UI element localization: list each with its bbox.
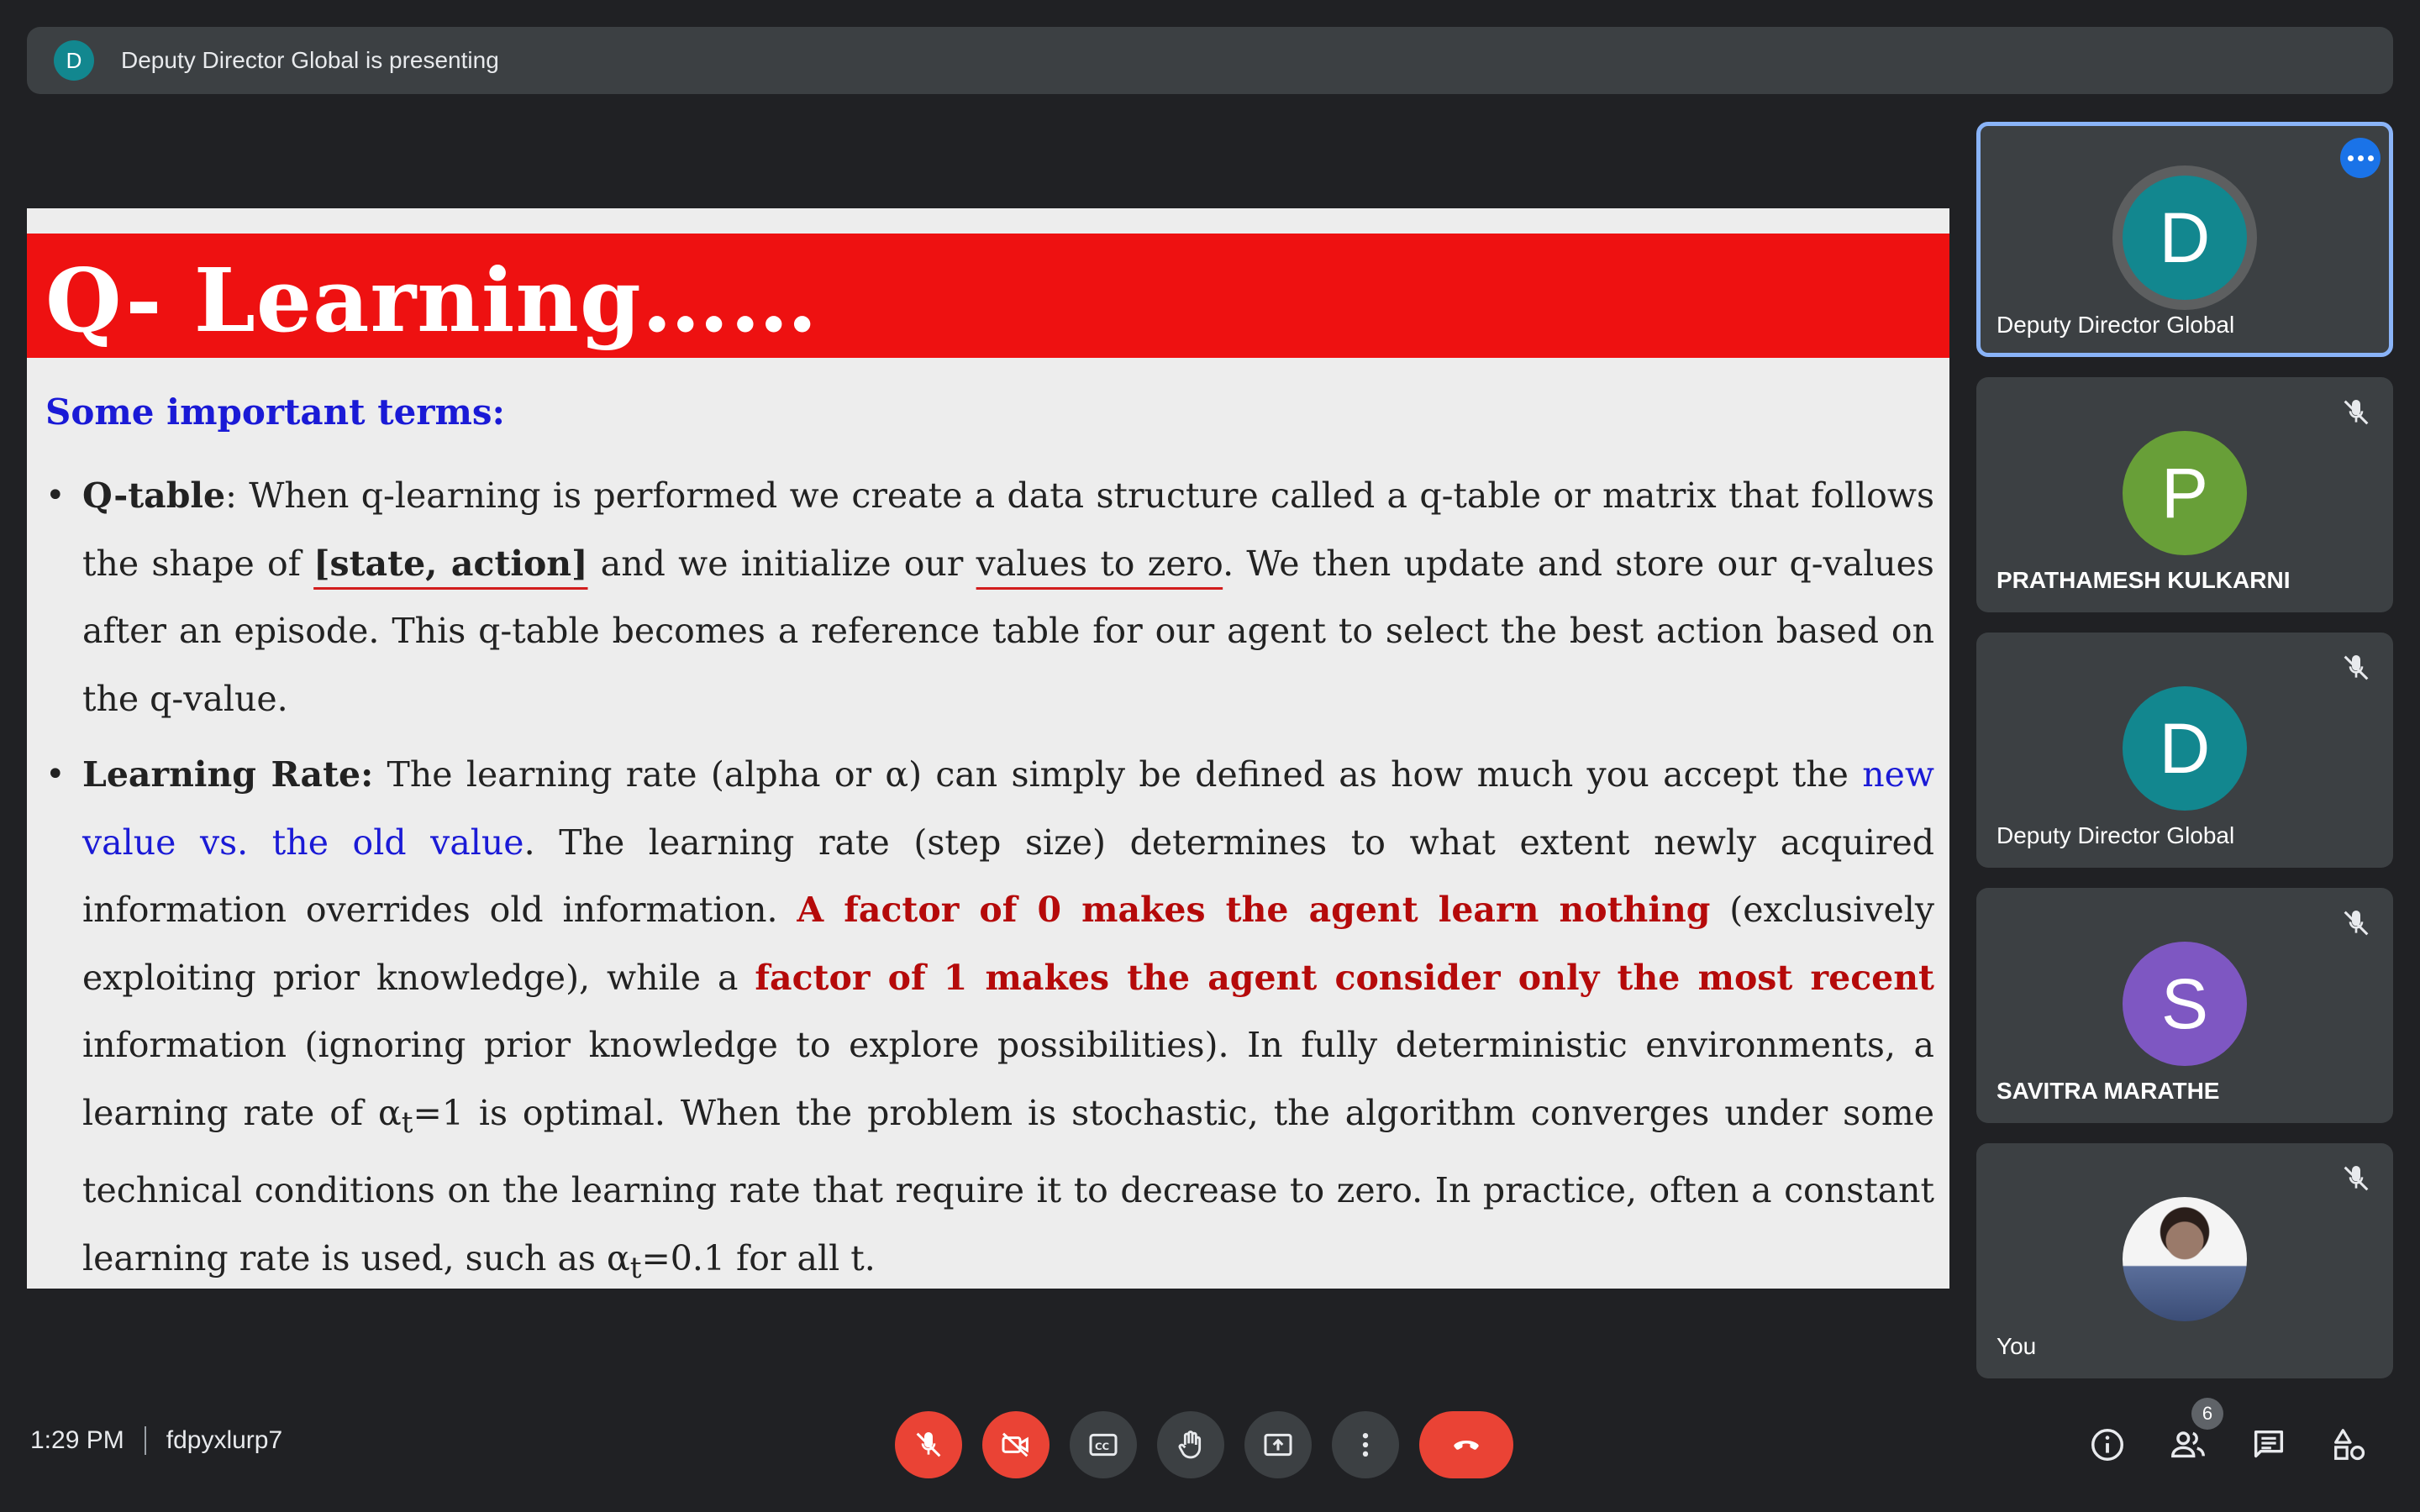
people-count-badge: 6 xyxy=(2191,1398,2223,1430)
chat-button[interactable] xyxy=(2245,1421,2292,1468)
participant-tile[interactable]: P PRATHAMESH KULKARNI xyxy=(1976,377,2393,612)
hand-icon xyxy=(1178,1431,1202,1459)
leave-call-button[interactable] xyxy=(1419,1411,1513,1478)
bullet-learning-rate: Learning Rate: The learning rate (alpha … xyxy=(45,741,1934,1289)
shared-screen: Q- Learning…… Some important terms: Q-ta… xyxy=(27,208,1949,1289)
people-icon xyxy=(2171,1431,2205,1458)
meeting-details-button[interactable] xyxy=(2084,1421,2131,1468)
participant-tile[interactable]: D Deputy Director Global xyxy=(1976,122,2393,357)
slide-bullets: Q-table: When q-learning is performed we… xyxy=(45,462,1934,1289)
present-screen-icon xyxy=(1264,1433,1292,1457)
avatar: S xyxy=(2123,942,2247,1066)
info-icon xyxy=(2091,1429,2123,1461)
more-options-button[interactable] xyxy=(1332,1411,1399,1478)
mic-off-icon xyxy=(2344,911,2369,936)
mic-toggle-button[interactable] xyxy=(895,1411,962,1478)
participant-name: You xyxy=(1996,1333,2037,1359)
activities-icon xyxy=(2334,1429,2365,1461)
red-highlight-text: factor of 1 makes the agent consider onl… xyxy=(755,957,1934,998)
slide-title: Q- Learning…… xyxy=(45,249,818,352)
chat-icon xyxy=(2254,1430,2284,1458)
participant-tile[interactable]: You xyxy=(1976,1143,2393,1378)
mic-off-icon xyxy=(2344,655,2369,680)
clock-time: 1:29 PM xyxy=(30,1426,124,1454)
svg-text:CC: CC xyxy=(1095,1441,1109,1452)
divider xyxy=(144,1426,146,1455)
presenter-avatar: D xyxy=(54,40,94,81)
values-to-zero-text: values to zero xyxy=(976,543,1223,584)
raise-hand-button[interactable] xyxy=(1157,1411,1224,1478)
red-highlight-text: A factor of 0 makes the agent learn noth… xyxy=(797,890,1711,930)
slide-header-bar: Q- Learning…… xyxy=(27,234,1949,358)
more-vert-icon xyxy=(1362,1433,1369,1457)
activities-button[interactable] xyxy=(2326,1421,2373,1468)
slide-subtitle: Some important terms: xyxy=(45,391,506,433)
hang-up-icon xyxy=(1454,1441,1479,1450)
q-table-text: and we initialize our xyxy=(587,543,976,584)
participant-name: Deputy Director Global xyxy=(1996,312,2235,338)
user-photo-avatar xyxy=(2123,1197,2247,1321)
participant-name: PRATHAMESH KULKARNI xyxy=(1996,567,2291,593)
subscript: t xyxy=(401,1105,413,1140)
mic-off-icon xyxy=(2344,400,2369,425)
participant-name: SAVITRA MARATHE xyxy=(1996,1078,2220,1104)
term-learning-rate: Learning Rate: xyxy=(82,754,374,795)
term-q-table: Q-table xyxy=(82,475,226,516)
bullet-q-table: Q-table: When q-learning is performed we… xyxy=(45,462,1934,732)
learning-rate-text: The learning rate (alpha or α) can simpl… xyxy=(373,754,1863,795)
participant-tile[interactable]: D Deputy Director Global xyxy=(1976,633,2393,868)
more-options-icon[interactable] xyxy=(2340,138,2381,178)
participant-name: Deputy Director Global xyxy=(1996,822,2235,848)
meeting-code: fdpyxlurp7 xyxy=(166,1426,283,1454)
captions-icon: CC xyxy=(1089,1433,1118,1457)
mic-off-icon xyxy=(916,1432,941,1457)
presenting-banner: D Deputy Director Global is presenting xyxy=(27,27,2393,94)
captions-button[interactable]: CC xyxy=(1070,1411,1137,1478)
mic-off-icon xyxy=(2344,1166,2369,1191)
meeting-info: 1:29 PM fdpyxlurp7 xyxy=(30,1426,282,1455)
avatar: D xyxy=(2123,176,2247,300)
camera-toggle-button[interactable] xyxy=(982,1411,1050,1478)
avatar: P xyxy=(2123,431,2247,555)
presenting-text: Deputy Director Global is presenting xyxy=(121,47,499,73)
camera-off-icon xyxy=(1002,1432,1028,1457)
subscript: t xyxy=(629,1251,642,1285)
learning-rate-text: =0.1 for all t. xyxy=(641,1237,876,1278)
state-action-text: [state, action] xyxy=(313,543,588,584)
participant-tile[interactable]: S SAVITRA MARATHE xyxy=(1976,888,2393,1123)
avatar: D xyxy=(2123,686,2247,811)
present-screen-button[interactable] xyxy=(1244,1411,1312,1478)
